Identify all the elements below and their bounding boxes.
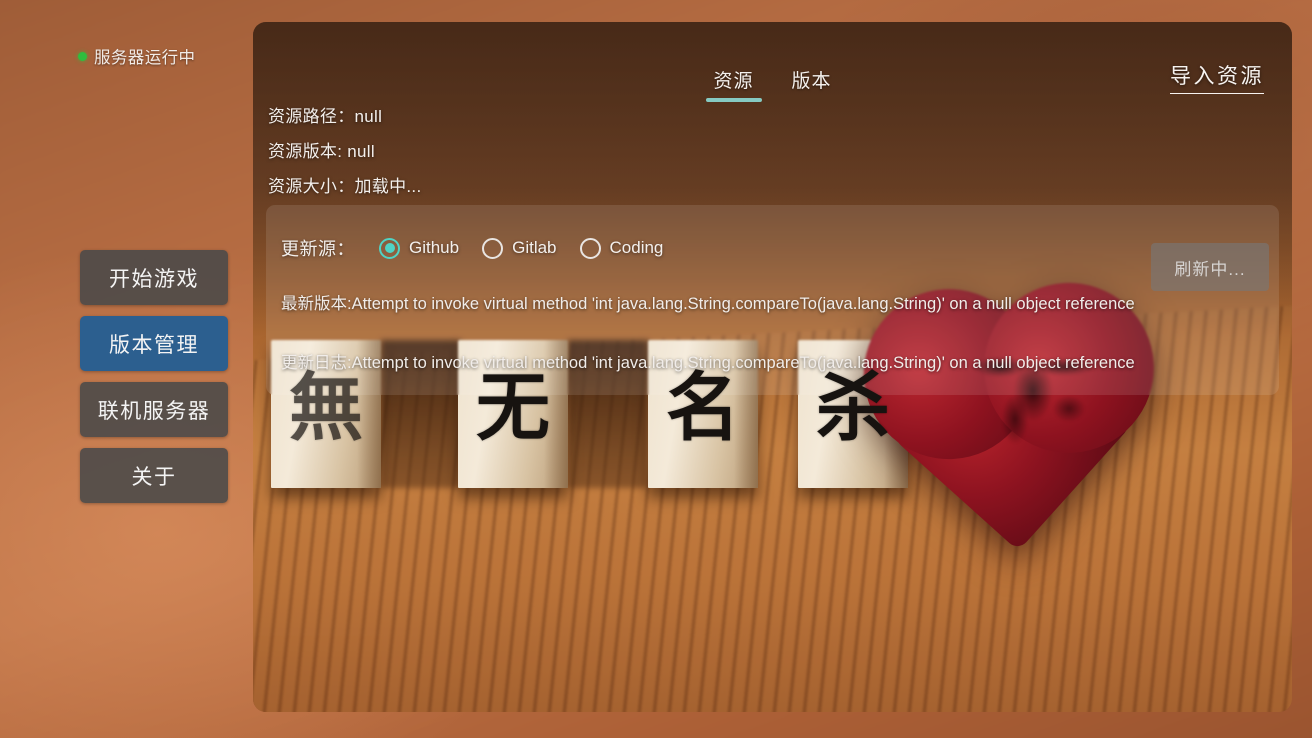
sidebar: 服务器运行中 开始游戏 版本管理 联机服务器 关于	[0, 0, 253, 738]
update-source-label: 更新源：	[281, 239, 355, 259]
main-panel: 無 无 名 杀 资源 版本 导入资源 资源路径：null 资源版本: null …	[253, 22, 1292, 712]
radio-label: Coding	[609, 238, 664, 257]
radio-dot-icon	[384, 243, 395, 253]
radio-icon	[379, 237, 400, 259]
update-source-row: 更新源： Github Gitlab Coding	[281, 235, 686, 261]
sidebar-item-label: 关于	[131, 465, 177, 489]
sidebar-item-about[interactable]: 关于	[80, 448, 228, 503]
refresh-button[interactable]: 刷新中...	[1151, 243, 1269, 291]
radio-source-gitlab[interactable]: Gitlab	[482, 237, 557, 259]
server-status: 服务器运行中	[78, 44, 195, 68]
sidebar-item-start-game[interactable]: 开始游戏	[80, 250, 228, 305]
update-card: 更新源： Github Gitlab Coding 刷新中... 最新版本:At…	[266, 205, 1279, 395]
resource-info: 资源路径：null 资源版本: null 资源大小：加载中...	[268, 102, 421, 197]
tab-active-underline	[705, 98, 762, 102]
update-log-message: 更新日志:Attempt to invoke virtual method 'i…	[281, 354, 1135, 372]
tile-character: 无	[476, 365, 550, 451]
resource-size-row: 资源大小：加载中...	[268, 177, 422, 196]
radio-source-coding[interactable]: Coding	[579, 237, 664, 259]
sidebar-item-label: 联机服务器	[97, 399, 211, 423]
sidebar-item-version-management[interactable]: 版本管理	[80, 316, 228, 371]
latest-version-message: 最新版本:Attempt to invoke virtual method 'i…	[281, 295, 1135, 313]
tile-character: 杀	[816, 365, 890, 451]
sidebar-item-label: 开始游戏	[109, 267, 199, 291]
radio-icon	[482, 237, 504, 259]
tab-version[interactable]: 版本	[788, 66, 836, 102]
radio-dot-icon	[488, 243, 498, 253]
tab-resources[interactable]: 资源	[705, 66, 762, 102]
tab-label: 资源	[713, 71, 754, 92]
status-dot-icon	[78, 51, 87, 61]
import-resources-link[interactable]: 导入资源	[1170, 60, 1264, 94]
tile-character: 名	[666, 365, 740, 451]
resource-path-row: 资源路径：null	[268, 107, 383, 126]
server-status-label: 服务器运行中	[94, 49, 196, 67]
tab-label: 版本	[791, 71, 832, 92]
panel-header: 资源 版本 导入资源	[253, 22, 1292, 102]
sidebar-item-label: 版本管理	[109, 333, 199, 357]
sidebar-item-online-server[interactable]: 联机服务器	[80, 382, 228, 437]
resource-version-row: 资源版本: null	[268, 142, 375, 161]
sidebar-nav: 开始游戏 版本管理 联机服务器 关于	[80, 250, 228, 503]
radio-label: Gitlab	[512, 238, 557, 257]
tile-character: 無	[289, 365, 363, 451]
radio-icon	[579, 237, 601, 259]
radio-label: Github	[409, 238, 460, 257]
app-window: 服务器运行中 开始游戏 版本管理 联机服务器 关于 無 无 名 杀 资源 版本 …	[0, 0, 1312, 738]
radio-source-github[interactable]: Github	[379, 237, 460, 259]
panel-tabs: 资源 版本	[705, 22, 836, 102]
radio-dot-icon	[585, 243, 595, 253]
